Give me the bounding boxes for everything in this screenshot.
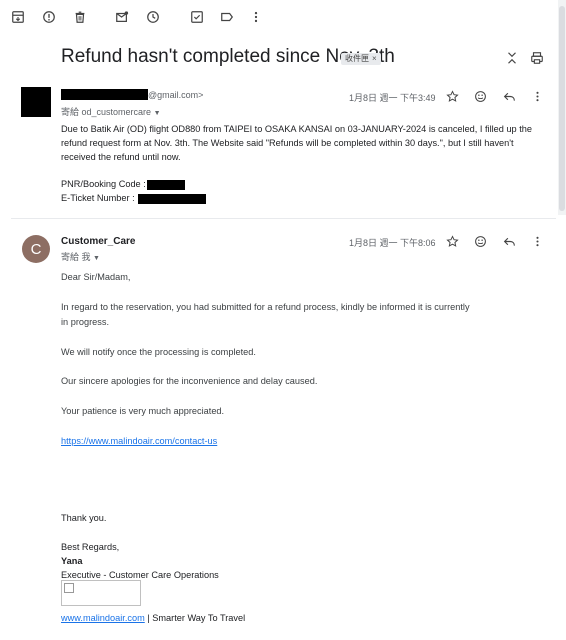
emoji-reaction-icon[interactable] [473, 89, 487, 103]
report-spam-icon[interactable] [41, 9, 57, 25]
recipient-text: 寄給 od_customercare [61, 107, 152, 117]
recipient-details-icon[interactable]: ▼ [93, 255, 100, 262]
paragraph-line: in progress. [61, 317, 110, 327]
recipient-line[interactable]: 寄給 od_customercare ▼ [61, 105, 161, 118]
greeting-text: Dear Sir/Madam, [61, 272, 131, 282]
mark-unread-icon[interactable] [114, 9, 130, 25]
signer-name: Yana [61, 556, 83, 566]
star-icon[interactable] [445, 89, 459, 103]
tagline-text: | Smarter Way To Travel [144, 613, 246, 623]
recipient-details-icon[interactable]: ▼ [154, 110, 161, 117]
add-to-tasks-icon[interactable] [189, 9, 205, 25]
sender-name-redacted [61, 89, 148, 100]
website-link[interactable]: www.malindoair.com [61, 613, 145, 623]
more-options-icon[interactable] [530, 89, 544, 103]
archive-icon[interactable] [10, 9, 26, 25]
more-options-icon[interactable] [530, 234, 544, 248]
label-icon[interactable] [219, 9, 235, 25]
toolbar [0, 0, 566, 34]
message-date: 1月8日 週一 下午8:06 [349, 238, 436, 248]
star-icon[interactable] [445, 234, 459, 248]
sender-email: @gmail.com> [148, 90, 204, 100]
message-divider [11, 218, 556, 219]
paragraph-text: Your patience is very much appreciated. [61, 406, 225, 416]
broken-image-icon [64, 583, 74, 593]
collapse-all-icon[interactable] [505, 51, 519, 65]
signature-image-placeholder [61, 580, 141, 606]
paragraph-line: In regard to the reservation, you had su… [61, 302, 470, 312]
print-icon[interactable] [530, 51, 544, 65]
emoji-reaction-icon[interactable] [473, 234, 487, 248]
reply-icon[interactable] [502, 234, 516, 248]
remove-label-icon[interactable]: × [372, 54, 377, 63]
recipient-text: 寄給 我 [61, 252, 91, 262]
scrollbar-thumb[interactable] [559, 6, 565, 211]
pnr-redacted [147, 180, 185, 190]
pnr-label: PNR/Booking Code : [61, 179, 146, 189]
sender-avatar-redacted [21, 87, 51, 117]
signature-footer: www.malindoair.com | Smarter Way To Trav… [61, 613, 245, 623]
avatar: C [22, 235, 50, 263]
message-body: Due to Batik Air (OD) flight OD880 from … [61, 124, 532, 162]
best-regards-text: Best Regards, [61, 542, 120, 552]
scrollbar[interactable] [558, 0, 566, 215]
eticket-label: E-Ticket Number : [61, 193, 135, 203]
eticket-redacted [138, 194, 206, 204]
inbox-label-chip[interactable]: 收件匣 × [341, 53, 381, 65]
inbox-label-text: 收件匣 [345, 54, 369, 63]
paragraph-text: Our sincere apologies for the inconvenie… [61, 376, 318, 386]
contact-us-link[interactable]: https://www.malindoair.com/contact-us [61, 436, 217, 446]
signer-title: Executive - Customer Care Operations [61, 570, 219, 580]
reply-icon[interactable] [502, 89, 516, 103]
message-date: 1月8日 週一 下午3:49 [349, 93, 436, 103]
snooze-icon[interactable] [145, 9, 161, 25]
more-vert-icon[interactable] [248, 9, 264, 25]
delete-icon[interactable] [72, 9, 88, 25]
sender-name: Customer_Care [61, 236, 136, 247]
recipient-line[interactable]: 寄給 我 ▼ [61, 250, 100, 263]
thank-you-text: Thank you. [61, 513, 107, 523]
paragraph-text: We will notify once the processing is co… [61, 347, 256, 357]
